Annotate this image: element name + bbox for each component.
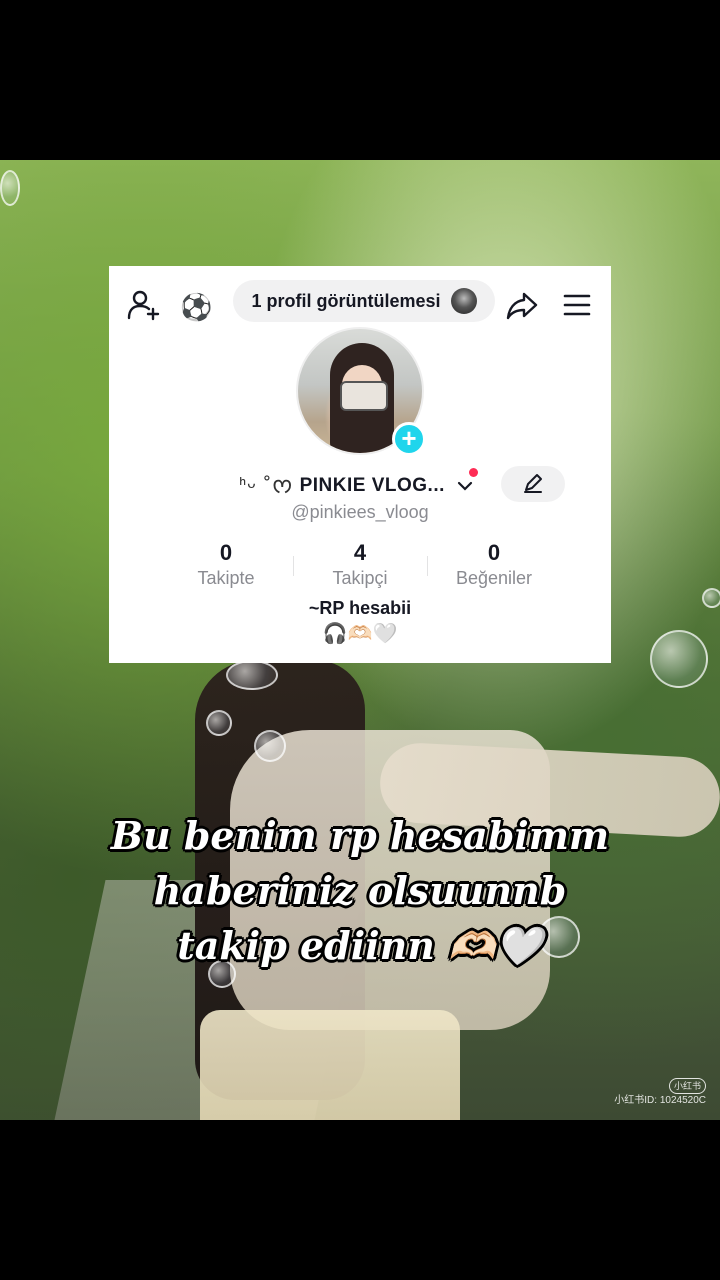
viewer-avatar xyxy=(450,288,477,314)
caption-line-2: haberiniz olsuunnb xyxy=(153,868,567,913)
account-switch-chevron[interactable] xyxy=(455,468,478,496)
bubble xyxy=(206,710,232,736)
bubble xyxy=(650,630,708,688)
watermark: 小红书 小红书ID: 1024520C xyxy=(606,1078,706,1108)
profile-views-text: 1 profil görüntülemesi xyxy=(251,290,441,311)
stats-row: 0 Takipte 4 Takipçi 0 Beğeniler xyxy=(157,540,569,590)
stat-label: Beğeniler xyxy=(455,568,533,588)
stat-divider xyxy=(427,556,428,576)
edit-name-button[interactable] xyxy=(501,466,565,502)
name-decoration: ᑋᵕ ˚ᰔ xyxy=(239,473,294,498)
username-handle: @pinkiees_vloog xyxy=(291,502,429,522)
profile-views-button[interactable]: 1 profil görüntülemesi xyxy=(233,280,495,322)
profile-card: ⚽ 1 profil görüntülemesi + ᑋᵕ ˚ᰔ PINKIE … xyxy=(109,266,611,663)
watermark-logo: 小红书 xyxy=(668,1078,706,1094)
watermark-id: 小红书ID: 1024520C xyxy=(614,1095,706,1106)
chevron-down-icon xyxy=(457,481,472,491)
stat-following[interactable]: 0 Takipte xyxy=(161,540,291,589)
camera-icon xyxy=(340,381,388,411)
bubble xyxy=(254,730,286,762)
bubble xyxy=(226,660,278,690)
bio-emojis: 🎧🫶🏻🤍 xyxy=(322,623,398,645)
bubble xyxy=(0,170,20,206)
stat-followers[interactable]: 4 Takipçi xyxy=(295,540,425,589)
stat-divider xyxy=(293,556,294,576)
display-name: PINKIE VLOG... xyxy=(299,475,445,496)
share-icon[interactable] xyxy=(505,288,539,322)
stat-likes[interactable]: 0 Beğeniler xyxy=(429,540,559,589)
menu-icon[interactable] xyxy=(562,292,592,318)
girl-skirt xyxy=(200,1010,460,1120)
bubble xyxy=(702,588,720,608)
add-avatar-plus-icon[interactable]: + xyxy=(392,422,426,456)
stat-value: 0 xyxy=(487,540,501,565)
stat-value: 4 xyxy=(353,540,367,565)
stat-label: Takipçi xyxy=(332,568,388,588)
profile-top-bar: ⚽ 1 profil görüntülemesi xyxy=(109,280,611,326)
stat-value: 0 xyxy=(219,540,233,565)
stat-label: Takipte xyxy=(197,568,255,588)
video-caption: Bu benim rp hesabimm haberiniz olsuunnb … xyxy=(0,808,720,973)
soccer-ball-icon[interactable]: ⚽ xyxy=(180,292,212,322)
caption-line-3: takip ediinn 🫶🏻🤍 xyxy=(177,923,543,968)
pencil-icon xyxy=(524,474,542,493)
bio-text: ~RP hesabii xyxy=(308,598,412,618)
display-name-row[interactable]: ᑋᵕ ˚ᰔ PINKIE VLOG... xyxy=(239,468,478,502)
caption-line-1: Bu benim rp hesabimm xyxy=(110,813,610,858)
add-user-icon[interactable] xyxy=(127,288,161,322)
notification-dot xyxy=(468,468,478,477)
